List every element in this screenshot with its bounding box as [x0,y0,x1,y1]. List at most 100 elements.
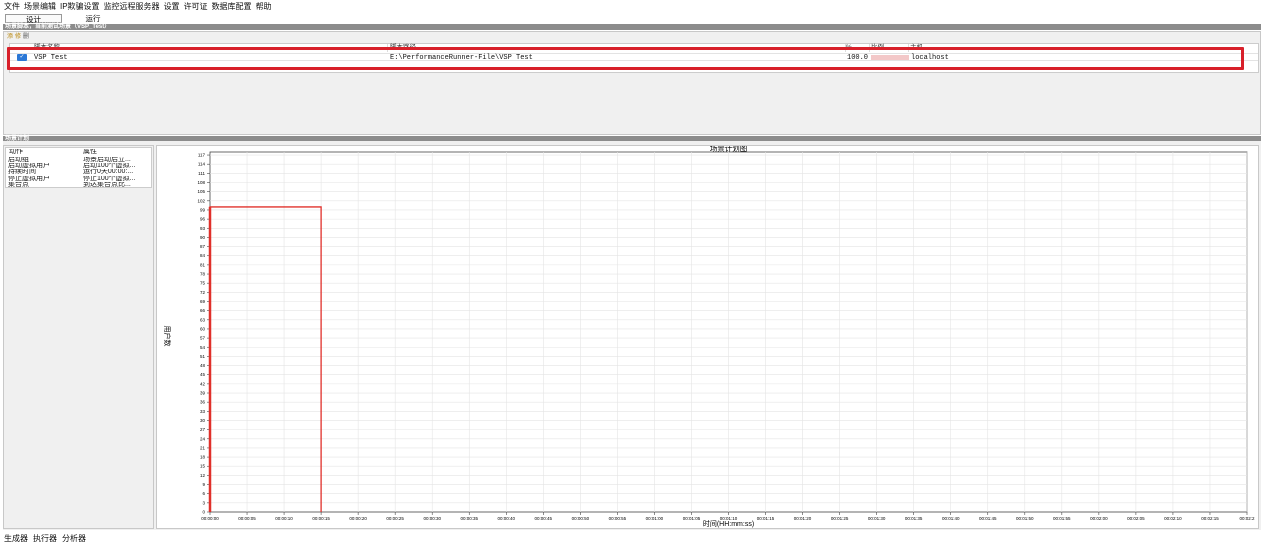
y-tick-label: 21 [200,445,206,450]
y-tick-label: 24 [200,436,206,441]
design-tab[interactable]: 设计 [5,14,62,24]
y-tick-label: 3 [202,500,205,505]
x-tick-label: 00:00:45 [535,516,553,521]
x-tick-label: 00:01:05 [683,516,701,521]
chart-svg: 场景计划图03691215182124273033363942454851545… [163,143,1255,528]
scripts-section-header: 场景脚本，当前测试场景（VSP_Test） [3,24,1261,30]
mode-bar: 设计 运行 [0,13,1267,24]
menu-item-2[interactable]: IP欺骗设置 [60,1,100,12]
y-tick-label: 18 [200,455,206,460]
x-tick-label: 00:00:15 [312,516,330,521]
script-toolbar: 添 修 删 [7,34,29,41]
x-tick-label: 00:01:40 [942,516,960,521]
highlight-box [7,47,1244,70]
y-tick-label: 33 [200,409,206,414]
action-property: 运行0天00:00:... [83,169,134,176]
x-tick-label: 00:01:00 [646,516,664,521]
y-tick-label: 48 [200,363,206,368]
y-tick-label: 108 [197,180,205,185]
status-tab-2[interactable]: 分析器 [62,533,86,544]
table-row[interactable]: 集合点 到达集合点比... [6,182,153,188]
schedule-chart: 场景计划图 0 3 6 9 12 15 18 21 24 27 30 33 36 39 42 45 48 51 54 5… [156,143,1259,529]
action-property: 到达集合点比... [83,181,131,188]
x-tick-label: 00:00:55 [609,516,627,521]
menu-item-4[interactable]: 设置 [164,1,180,12]
x-tick-label: 00:02:10 [1164,516,1182,521]
y-tick-label: 42 [200,381,206,386]
x-tick-label: 00:00:35 [460,516,478,521]
actions-header: 动作 属性 [6,149,153,156]
y-tick-label: 9 [202,482,205,487]
actions-list: 动作 属性启动组 场景启动后立... 启动虚拟用户 启动100个虚拟... 持续时间 运行0… [5,147,152,188]
y-tick-label: 12 [200,473,206,478]
y-tick-label: 81 [200,262,206,267]
y-tick-label: 30 [200,418,206,423]
action-name: 持续时间 [8,169,36,176]
y-tick-label: 57 [200,336,206,341]
y-tick-label: 111 [198,171,205,176]
x-tick-label: 00:02:05 [1127,516,1145,521]
y-tick-label: 87 [200,244,206,249]
y-tick-label: 6 [202,491,205,496]
y-tick-label: 78 [200,272,206,277]
menu-item-1[interactable]: 场景编辑 [24,1,56,12]
menu-item-0[interactable]: 文件 [4,1,20,12]
menu-item-5[interactable]: 许可证 [184,1,208,12]
edit-script-button[interactable]: 修 [15,34,21,41]
table-row[interactable]: 停止虚拟用户 停止100个虚拟... [6,176,153,182]
x-tick-label: 00:00:25 [386,516,404,521]
col-header-action[interactable]: 动作 [9,149,23,155]
y-tick-label: 75 [200,281,206,286]
y-axis-label: 用户数 [163,326,172,347]
status-tab-0[interactable]: 生成器 [4,533,28,544]
col-header-property[interactable]: 属性 [83,149,97,155]
add-script-button[interactable]: 添 [7,34,13,41]
run-tab[interactable]: 运行 [76,14,110,23]
x-tick-label: 00:01:20 [794,516,812,521]
y-tick-label: 39 [200,391,206,396]
menu-item-3[interactable]: 监控远程服务器 [104,1,160,12]
status-tab-1[interactable]: 执行器 [33,533,57,544]
x-tick-label: 00:01:55 [1053,516,1071,521]
actions-table: 动作 属性启动组 场景启动后立... 启动虚拟用户 启动100个虚拟... 持续时间 运行0… [3,145,154,529]
x-tick-label: 00:01:25 [831,516,849,521]
y-tick-label: 84 [200,253,206,258]
x-tick-label: 00:02:00 [1090,516,1108,521]
y-tick-label: 117 [198,153,206,158]
y-tick-label: 54 [200,345,206,350]
delete-script-button[interactable]: 删 [23,34,29,41]
y-tick-label: 15 [200,464,206,469]
menu-item-7[interactable]: 帮助 [256,1,272,12]
y-tick-label: 114 [198,162,206,167]
x-tick-label: 00:00:05 [238,516,256,521]
x-tick-label: 00:01:30 [868,516,886,521]
y-tick-label: 93 [200,226,206,231]
x-tick-label: 00:00:30 [423,516,441,521]
y-tick-label: 63 [200,317,206,322]
x-tick-label: 00:00:00 [201,516,219,521]
y-tick-label: 45 [200,372,206,377]
action-property: 启动100个虚拟... [83,163,136,170]
y-tick-label: 60 [200,326,206,331]
y-tick-label: 99 [200,207,206,212]
x-tick-label: 00:01:45 [979,516,997,521]
x-tick-label: 00:00:10 [275,516,293,521]
x-tick-label: 00:00:50 [572,516,590,521]
table-row[interactable]: 启动组 场景启动后立... [6,157,153,163]
y-tick-label: 27 [200,427,206,432]
y-tick-label: 105 [197,189,205,194]
table-row[interactable]: 启动虚拟用户 启动100个虚拟... [6,163,153,169]
status-bar: 生成器 执行器 分析器 [0,533,1267,544]
y-tick-label: 36 [200,400,206,405]
menu-item-6[interactable]: 数据库配置 [212,1,252,12]
action-property: 场景启动后立... [83,157,131,163]
y-tick-label: 90 [200,235,206,240]
table-row[interactable]: 持续时间 运行0天00:00:... [6,169,153,175]
y-tick-label: 102 [197,198,205,203]
y-tick-label: 66 [200,308,206,313]
action-name: 停止虚拟用户 [8,175,50,182]
menu-bar: 文件 场景编辑 IP欺骗设置 监控远程服务器 设置 许可证 数据库配置 帮助 [0,0,1267,12]
y-tick-label: 69 [200,299,206,304]
action-name: 启动组 [8,157,29,163]
x-tick-label: 00:00:20 [349,516,367,521]
